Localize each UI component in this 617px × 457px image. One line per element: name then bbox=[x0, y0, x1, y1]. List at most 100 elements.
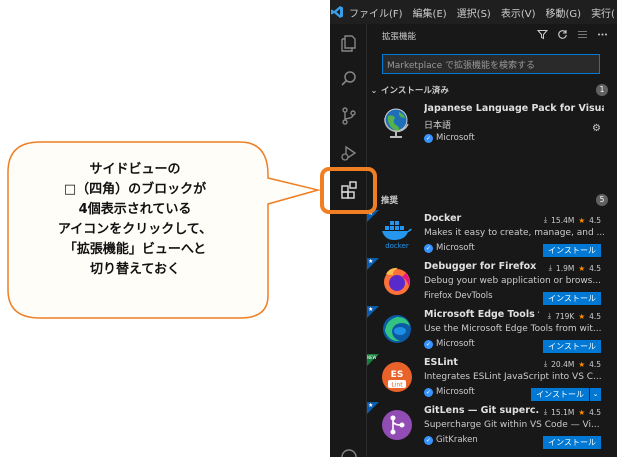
callout-line: 「拡張機能」ビューへと bbox=[63, 242, 207, 257]
rating-value: 4.5 bbox=[589, 407, 601, 417]
verified-publisher-icon: ✓ bbox=[424, 243, 433, 253]
star-icon: ★ bbox=[578, 407, 586, 417]
install-button[interactable]: インストール bbox=[543, 340, 601, 353]
recommended-count-badge: 5 bbox=[596, 194, 608, 206]
extension-description: Use the Microsoft Edge Tools from wit... bbox=[424, 324, 602, 334]
download-count: 15.4M bbox=[551, 215, 575, 225]
search-icon bbox=[340, 70, 356, 86]
extensions-view: 拡張機能 Marketplace で拡張機能を検索する ⌄ インストール済み 1 bbox=[367, 24, 617, 457]
star-icon: ★ bbox=[578, 311, 586, 321]
extension-stats: ⤓ 719K ★ 4.5 bbox=[548, 311, 601, 321]
recommended-star-tag: ★ bbox=[367, 258, 379, 270]
publisher-name: Microsoft bbox=[436, 133, 475, 143]
install-button[interactable]: インストール bbox=[543, 292, 601, 305]
install-button[interactable]: インストール bbox=[543, 436, 601, 449]
download-icon: ⤓ bbox=[543, 407, 548, 416]
more-actions-icon[interactable] bbox=[595, 27, 609, 41]
rating-value: 4.5 bbox=[589, 263, 601, 273]
explorer-button[interactable] bbox=[334, 28, 363, 57]
verified-publisher-icon: ✓ bbox=[424, 339, 433, 349]
download-count: 719K bbox=[555, 311, 575, 321]
extension-name: Japanese Language Pack for Visual ... bbox=[424, 103, 604, 114]
rating-value: 4.5 bbox=[589, 311, 601, 321]
extension-publisher: Firefox DevTools bbox=[424, 291, 493, 301]
run-debug-icon bbox=[340, 145, 356, 161]
install-dropdown-chevron-icon[interactable]: ⌄ bbox=[589, 388, 601, 401]
recommended-extension-item[interactable]: ★ Microsoft Edge Tools f... ⤓ 719K ★ 4.5… bbox=[367, 306, 617, 356]
extension-name: Debugger for Firefox bbox=[424, 261, 537, 272]
callout-line: 切り替えておく bbox=[90, 262, 180, 277]
menu-go[interactable]: 移動(G) bbox=[541, 5, 587, 20]
run-debug-button[interactable] bbox=[334, 138, 363, 167]
edge-icon bbox=[383, 315, 411, 343]
extension-stats: ⤓ 15.4M ★ 4.5 bbox=[544, 215, 601, 225]
menu-selection[interactable]: 選択(S) bbox=[452, 5, 496, 20]
source-control-button[interactable] bbox=[334, 101, 363, 130]
menu-edit[interactable]: 編集(E) bbox=[408, 5, 452, 20]
publisher-name: Microsoft bbox=[436, 387, 475, 397]
filter-icon[interactable] bbox=[535, 27, 549, 41]
menu-file[interactable]: ファイル(F) bbox=[344, 5, 408, 20]
extension-stats: ⤓ 20.4M ★ 4.5 bbox=[544, 359, 601, 369]
extension-search-input[interactable]: Marketplace で拡張機能を検索する bbox=[382, 54, 600, 74]
extension-name: Docker bbox=[424, 213, 462, 224]
refresh-icon[interactable] bbox=[555, 27, 569, 41]
recommended-section-label: 推奨 bbox=[381, 196, 399, 206]
svg-text:ES: ES bbox=[391, 370, 404, 380]
recommended-extension-item[interactable]: NEW ES Lint ESLint ⤓ 20.4M ★ 4.5 Integra… bbox=[367, 354, 617, 404]
extension-stats: ⤓ 1.9M ★ 4.5 bbox=[549, 263, 601, 273]
download-count: 15.1M bbox=[551, 407, 575, 417]
callout-text: サイドビューの □（四角）のブロックが 4個表示されている アイコンをクリックし… bbox=[8, 160, 262, 280]
view-title-actions bbox=[535, 27, 609, 41]
download-icon: ⤓ bbox=[548, 263, 552, 272]
extension-publisher: ✓ Microsoft bbox=[424, 133, 475, 143]
rating-value: 4.5 bbox=[589, 359, 601, 369]
verified-publisher-icon: ✓ bbox=[424, 133, 433, 143]
download-icon: ⤓ bbox=[543, 359, 548, 368]
recommended-extension-item[interactable]: ★ GitLens — Git superc... ⤓ 15.1M ★ 4.5 … bbox=[367, 402, 617, 452]
installed-section-header[interactable]: ⌄ インストール済み 1 bbox=[367, 82, 617, 98]
download-icon: ⤓ bbox=[547, 311, 552, 320]
installed-extension-item[interactable]: Japanese Language Pack for Visual ... 日本… bbox=[367, 102, 617, 150]
explorer-icon bbox=[340, 34, 356, 52]
view-title: 拡張機能 bbox=[382, 32, 417, 42]
clear-results-icon[interactable] bbox=[575, 27, 589, 41]
install-split-button: インストール ⌄ bbox=[531, 388, 601, 401]
account-icon bbox=[340, 448, 357, 457]
recommended-extension-item[interactable]: ★ Debugger for Firefox ⤓ 1.9M ★ 4.5 Debu… bbox=[367, 258, 617, 308]
callout-line: □（四角）のブロックが bbox=[63, 182, 207, 197]
extensions-button-highlight bbox=[320, 167, 377, 214]
manage-gear-icon[interactable]: ⚙ bbox=[592, 123, 601, 134]
search-button[interactable] bbox=[334, 64, 363, 93]
extension-name: Microsoft Edge Tools f... bbox=[424, 309, 539, 320]
publisher-name: GitKraken bbox=[436, 435, 478, 445]
source-control-icon bbox=[341, 106, 356, 125]
installed-count-badge: 1 bbox=[596, 84, 608, 96]
extension-publisher: ✓ Microsoft bbox=[424, 243, 475, 253]
gitlens-icon bbox=[382, 410, 412, 440]
svg-text:docker: docker bbox=[385, 242, 409, 250]
extension-description: Debug your web application or brows... bbox=[424, 276, 601, 286]
menu-run[interactable]: 実行( bbox=[586, 5, 617, 20]
new-badge-tag: NEW bbox=[367, 354, 379, 366]
recommended-extension-item[interactable]: ★ docker Docker ⤓ 15.4M ★ 4.5 Makes it e… bbox=[367, 210, 617, 260]
star-icon: ★ bbox=[578, 263, 586, 273]
download-count: 20.4M bbox=[551, 359, 575, 369]
verified-publisher-icon: ✓ bbox=[424, 387, 433, 397]
recommended-section-header[interactable]: 推奨 5 bbox=[367, 192, 617, 208]
callout-line: アイコンをクリックして、 bbox=[57, 222, 213, 237]
vscode-window: ファイル(F) 編集(E) 選択(S) 表示(V) 移動(G) 実行( 拡張機能 bbox=[330, 0, 617, 457]
menu-view[interactable]: 表示(V) bbox=[496, 5, 541, 20]
accounts-button[interactable] bbox=[334, 442, 363, 457]
vscode-logo-icon bbox=[330, 0, 344, 24]
extension-description: 日本語 bbox=[424, 121, 452, 131]
download-icon: ⤓ bbox=[543, 215, 548, 224]
svg-text:Lint: Lint bbox=[391, 382, 403, 389]
extension-publisher: ✓ GitKraken bbox=[424, 435, 478, 445]
install-button[interactable]: インストール bbox=[543, 244, 601, 257]
recommended-star-tag: ★ bbox=[367, 402, 379, 414]
globe-icon bbox=[384, 108, 409, 138]
callout-line: サイドビューの bbox=[89, 162, 181, 177]
publisher-name: Microsoft bbox=[436, 339, 475, 349]
install-button[interactable]: インストール bbox=[531, 388, 589, 401]
